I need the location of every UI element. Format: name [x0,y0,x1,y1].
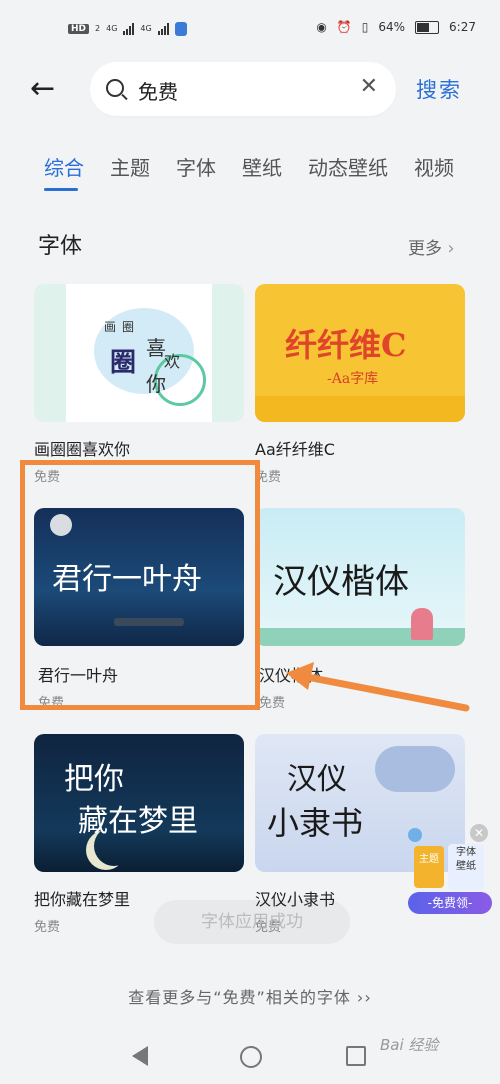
font-card-5-name: 把你藏在梦里 [34,890,131,909]
section-title: 字体 [38,234,83,259]
battery-icon [415,20,440,34]
font-card-5-price: 免费 [34,920,61,935]
font-card-4[interactable]: 汉仪楷体 [255,508,465,646]
search-input[interactable]: 免费 [138,76,178,105]
clock: 6:27 [449,20,476,34]
thumb-1-line-3: 圈 [110,348,137,378]
thumb-6-line-2: 小隶书 [267,804,364,842]
eye-icon: ◉ [316,20,327,34]
vibrate-icon: ▯ [361,20,369,34]
thumb-5-line-1: 把你 [64,762,124,797]
shield-icon [174,22,187,36]
promo-close-icon[interactable]: ✕ [470,824,488,842]
more-label: 更多 [408,239,442,259]
tab-fonts[interactable]: 字体 [176,152,216,181]
tab-wallpapers[interactable]: 壁纸 [242,152,282,181]
status-left: HD 2 4G 4G [68,22,187,36]
thumb-1-line-6: 你 [146,372,166,396]
tab-live-wallpapers[interactable]: 动态壁纸 [308,152,388,181]
promo-label-2: 字体 [456,847,476,858]
thumb-5-line-2: 藏在梦里 [78,804,198,839]
nav-home-icon[interactable] [240,1046,262,1068]
clear-icon[interactable]: ✕ [360,74,378,99]
thumb-6-line-1: 汉仪 [287,762,347,797]
font-card-5[interactable]: 把你 藏在梦里 [34,734,244,872]
promo-label-group: 字体 壁纸 [448,844,484,890]
thumb-2-line-2: -Aa字库 [327,371,379,387]
search-icon [106,79,124,97]
annotation-arrow [286,662,470,712]
promo-arrow-icon [408,828,422,842]
tab-all[interactable]: 综合 [44,152,84,191]
tab-themes[interactable]: 主题 [110,152,150,181]
signal-icon-2 [157,23,169,35]
promo-widget[interactable]: ✕ 主题 字体 壁纸 -免费领- [408,824,492,916]
thumb-1-line-5: 欢 [164,352,181,371]
search-box[interactable]: 免费 ✕ [90,62,396,116]
toast-message: 字体应用成功 [154,900,350,944]
font-card-1[interactable]: 画 圈 圈 喜 欢 你 [34,284,244,422]
promo-label-1: 主题 [414,846,444,888]
highlight-box [20,460,260,710]
promo-label-3: 壁纸 [456,861,476,872]
thumb-1-line-2: 圈 [122,320,135,334]
status-bar: HD 2 4G 4G ◉ ⏰ ▯ 64% 6:27 [0,0,500,56]
tab-videos[interactable]: 视频 [414,152,454,181]
more-link[interactable]: 更多 › [408,234,455,259]
nav-back-icon[interactable] [132,1046,148,1066]
net-label-1: 4G [106,24,118,33]
thumb-1-line-1: 画 [104,320,117,334]
view-more-link[interactable]: 查看更多与“免费”相关的字体 ›› [0,984,500,1008]
net-label-2: 4G [140,24,152,33]
back-arrow-icon[interactable]: ← [30,72,66,108]
search-button[interactable]: 搜索 [416,74,462,104]
thumb-2-line-1: 纤纤维C [285,326,407,364]
thumb-4-line-1: 汉仪楷体 [273,562,409,602]
alarm-icon: ⏰ [336,20,352,34]
nav-recent-icon[interactable] [346,1046,366,1066]
font-card-2-name: Aa纤纤维C [255,440,335,459]
hd-badge: HD [68,24,90,34]
thumb-1-line-4: 喜 [146,336,166,360]
hd-sub: 2 [95,24,101,33]
promo-cta-button[interactable]: -免费领- [408,892,492,914]
font-card-2[interactable]: 纤纤维C -Aa字库 [255,284,465,422]
signal-icon [123,23,135,35]
font-card-1-name: 画圈圈喜欢你 [34,440,131,459]
watermark: Bai 经验 [380,1036,439,1054]
chevron-right-icon: › [447,238,455,259]
category-tabs: 综合 主题 字体 壁纸 动态壁纸 视频 [44,152,454,191]
battery-percent: 64% [378,20,406,34]
status-right: ◉ ⏰ ▯ 64% 6:27 [316,20,476,34]
